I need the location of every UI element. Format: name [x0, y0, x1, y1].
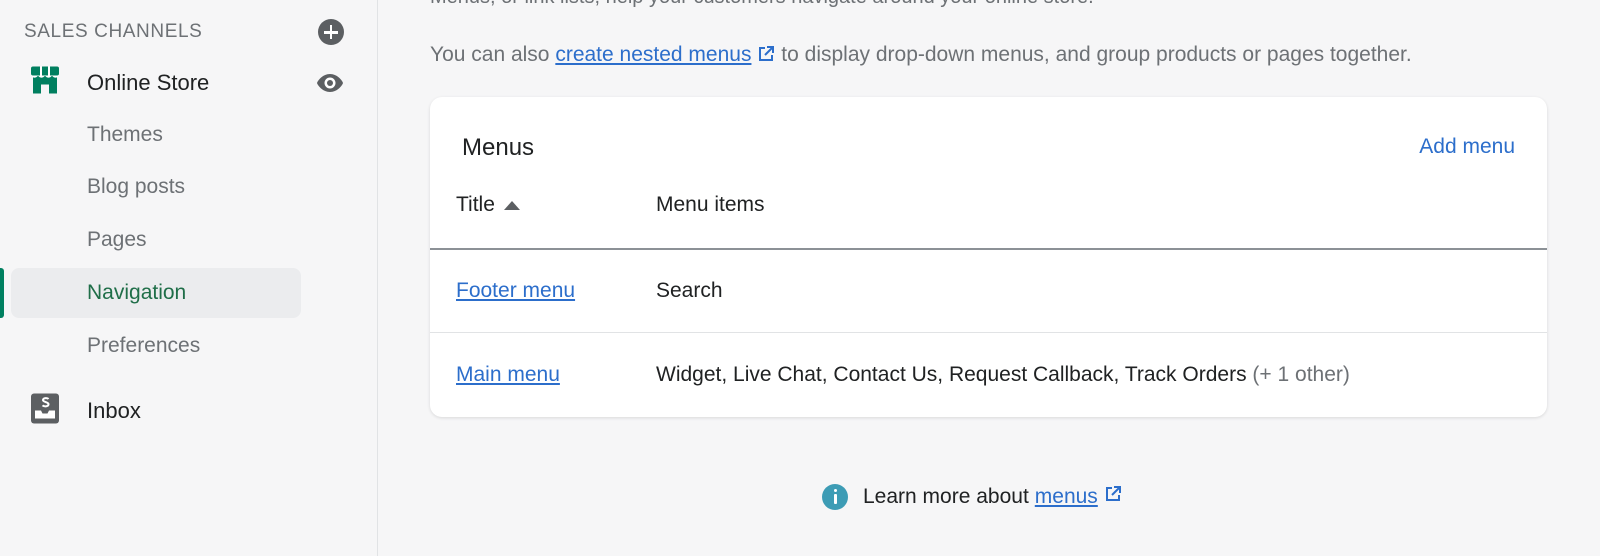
table-row: Main menu Widget, Live Chat, Contact Us,…: [430, 333, 1547, 417]
sidebar-item-inbox[interactable]: Inbox: [0, 389, 378, 433]
sidebar-item-themes[interactable]: Themes: [11, 110, 301, 160]
store-icon: [30, 66, 60, 101]
intro-prefix: You can also: [430, 43, 556, 66]
menu-items-cell: Search: [656, 279, 723, 303]
menu-items-cell: Widget, Live Chat, Contact Us, Request C…: [656, 363, 1350, 387]
intro-text: You can also create nested menus to disp…: [430, 43, 1412, 69]
sidebar-item-label: Themes: [87, 123, 163, 146]
external-link-icon[interactable]: [1104, 485, 1122, 509]
learn-more-inner: Learn more about menus: [822, 484, 1122, 510]
active-indicator: [0, 268, 4, 318]
column-header-menu-items: Menu items: [656, 193, 765, 217]
sidebar: SALES CHANNELS Online Store Themes Blog …: [0, 0, 378, 556]
learn-more-prefix: Learn more about: [863, 485, 1029, 508]
menus-card: Menus Add menu Title Menu items Footer m…: [430, 97, 1547, 417]
column-header-items-label: Menu items: [656, 193, 765, 216]
menu-items-text: Widget, Live Chat, Contact Us, Request C…: [656, 363, 1247, 386]
sidebar-item-label: Inbox: [87, 398, 141, 423]
sales-channels-header: SALES CHANNELS: [24, 19, 344, 45]
intro-suffix: to display drop-down menus, and group pr…: [775, 43, 1412, 66]
sidebar-item-online-store[interactable]: Online Store: [0, 61, 378, 105]
main-content: Menus, or link lists, help your customer…: [379, 0, 1600, 556]
menus-card-title: Menus: [462, 134, 535, 161]
menu-title-link[interactable]: Main menu: [456, 363, 560, 387]
add-channel-icon[interactable]: [318, 19, 344, 45]
sidebar-item-pages[interactable]: Pages: [11, 215, 301, 265]
external-link-icon[interactable]: [757, 45, 775, 69]
view-store-eye-icon[interactable]: [316, 73, 344, 93]
sidebar-item-label: Blog posts: [87, 175, 186, 198]
sidebar-item-navigation[interactable]: Navigation: [11, 268, 301, 318]
column-header-title-label: Title: [456, 193, 495, 216]
menus-help-link[interactable]: menus: [1035, 485, 1098, 509]
column-header-title[interactable]: Title: [456, 193, 520, 217]
sidebar-item-label: Pages: [87, 228, 147, 251]
create-nested-menus-link[interactable]: create nested menus: [555, 43, 751, 66]
table-row: Footer menu Search: [430, 249, 1547, 333]
intro-text-cut: Menus, or link lists, help your customer…: [430, 0, 1094, 9]
sidebar-item-label: Navigation: [87, 281, 187, 304]
add-menu-button[interactable]: Add menu: [1419, 135, 1515, 159]
sidebar-item-blog-posts[interactable]: Blog posts: [11, 162, 301, 212]
info-icon: [822, 484, 848, 510]
sidebar-item-preferences[interactable]: Preferences: [11, 321, 301, 371]
sidebar-item-label: Online Store: [87, 70, 210, 95]
sidebar-item-label: Preferences: [87, 334, 201, 357]
menu-items-extra: (+ 1 other): [1252, 363, 1350, 386]
menu-items-text: Search: [656, 278, 723, 302]
menu-title-link[interactable]: Footer menu: [456, 279, 575, 303]
sales-channels-title: SALES CHANNELS: [24, 21, 203, 42]
inbox-icon: [30, 393, 60, 430]
sort-ascending-icon: [503, 200, 520, 210]
